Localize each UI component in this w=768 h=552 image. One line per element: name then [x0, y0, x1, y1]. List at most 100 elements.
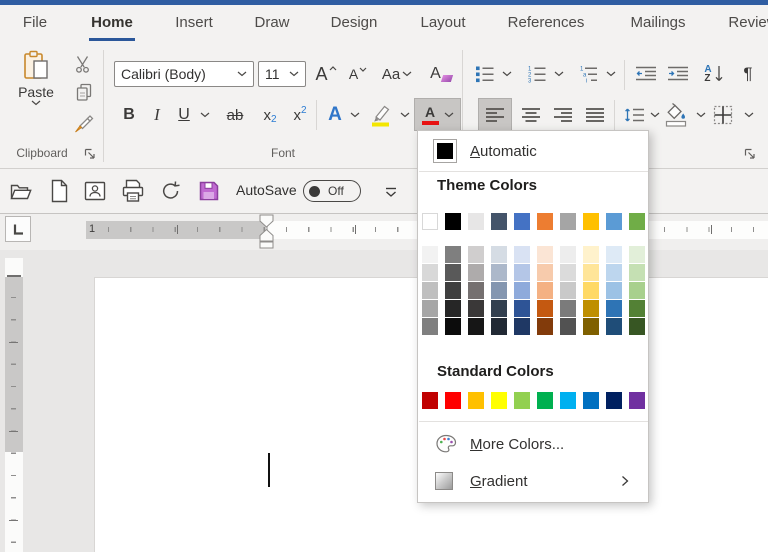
font-size-combo[interactable]: 11 — [258, 61, 306, 87]
color-swatch[interactable] — [514, 392, 530, 409]
underline-button[interactable]: U — [172, 99, 196, 131]
color-swatch[interactable] — [560, 213, 576, 230]
new-document-button[interactable] — [46, 178, 72, 204]
cut-button[interactable] — [72, 52, 96, 76]
color-swatch[interactable] — [606, 392, 622, 409]
align-left-button[interactable] — [478, 98, 512, 131]
color-swatch[interactable] — [606, 300, 622, 317]
gradient-item[interactable]: Gradient — [418, 464, 648, 498]
font-color-dropdown-chevron[interactable] — [444, 112, 454, 118]
color-swatch[interactable] — [583, 264, 599, 281]
color-swatch[interactable] — [514, 264, 530, 281]
line-spacing-button[interactable] — [620, 99, 650, 131]
highlight-button[interactable] — [364, 99, 396, 131]
color-swatch[interactable] — [629, 264, 645, 281]
color-swatch[interactable] — [583, 300, 599, 317]
tab-layout[interactable]: Layout — [420, 14, 465, 31]
paragraph-dialog-launcher[interactable] — [743, 147, 757, 161]
superscript-button[interactable]: x 2 — [286, 99, 314, 131]
automatic-color-item[interactable]: Automatic — [418, 135, 648, 167]
color-swatch[interactable] — [606, 264, 622, 281]
format-painter-button[interactable] — [68, 108, 98, 138]
numbering-button[interactable]: 1 2 3 — [524, 59, 550, 89]
font-color-button[interactable]: A — [414, 98, 461, 131]
redo-button[interactable] — [158, 178, 184, 204]
color-swatch[interactable] — [560, 318, 576, 335]
color-swatch[interactable] — [560, 300, 576, 317]
color-swatch[interactable] — [422, 318, 438, 335]
paste-dropdown-chevron[interactable] — [31, 100, 41, 106]
hanging-indent-marker[interactable] — [260, 230, 273, 242]
bullets-dropdown[interactable] — [500, 59, 514, 89]
color-swatch[interactable] — [422, 264, 438, 281]
tab-mailings[interactable]: Mailings — [630, 14, 685, 31]
align-center-button[interactable] — [516, 99, 546, 131]
color-swatch[interactable] — [583, 282, 599, 299]
copy-button[interactable] — [72, 80, 96, 104]
multilevel-list-button[interactable]: 1 a i — [576, 59, 602, 89]
borders-dropdown[interactable] — [742, 99, 756, 131]
contact-card-button[interactable] — [82, 178, 108, 204]
color-swatch[interactable] — [629, 213, 645, 230]
color-swatch[interactable] — [560, 282, 576, 299]
tab-insert[interactable]: Insert — [175, 14, 213, 31]
color-swatch[interactable] — [537, 282, 553, 299]
increase-indent-button[interactable] — [664, 59, 692, 89]
clipboard-dialog-launcher[interactable] — [83, 147, 97, 161]
color-swatch[interactable] — [606, 246, 622, 263]
left-indent-marker[interactable] — [260, 242, 273, 248]
color-swatch[interactable] — [629, 282, 645, 299]
italic-button[interactable]: I — [146, 99, 168, 131]
color-swatch[interactable] — [560, 264, 576, 281]
color-swatch[interactable] — [445, 282, 461, 299]
color-swatch[interactable] — [537, 392, 553, 409]
color-swatch[interactable] — [491, 282, 507, 299]
color-swatch[interactable] — [560, 246, 576, 263]
tab-references[interactable]: References — [508, 14, 585, 31]
color-swatch[interactable] — [560, 392, 576, 409]
color-swatch[interactable] — [491, 246, 507, 263]
borders-button[interactable] — [706, 99, 740, 131]
clear-formatting-button[interactable]: A — [424, 60, 458, 88]
numbering-dropdown[interactable] — [552, 59, 566, 89]
chevron-down-icon[interactable] — [289, 71, 299, 77]
color-swatch[interactable] — [514, 300, 530, 317]
text-effects-dropdown[interactable] — [348, 99, 362, 131]
color-swatch[interactable] — [629, 392, 645, 409]
color-swatch[interactable] — [514, 282, 530, 299]
grow-font-button[interactable]: A — [312, 60, 340, 88]
color-swatch[interactable] — [583, 246, 599, 263]
color-swatch[interactable] — [491, 392, 507, 409]
save-button[interactable] — [196, 178, 222, 204]
chevron-down-icon[interactable] — [402, 71, 412, 77]
color-swatch[interactable] — [629, 318, 645, 335]
tab-stop-selector[interactable] — [5, 216, 31, 242]
color-swatch[interactable] — [468, 318, 484, 335]
tab-home[interactable]: Home — [91, 14, 133, 31]
font-name-combo[interactable]: Calibri (Body) — [114, 61, 254, 87]
color-swatch[interactable] — [445, 264, 461, 281]
color-swatch[interactable] — [445, 300, 461, 317]
color-swatch[interactable] — [583, 318, 599, 335]
color-swatch[interactable] — [422, 392, 438, 409]
sort-button[interactable]: A Z — [698, 59, 730, 89]
justify-button[interactable] — [580, 99, 610, 131]
autosave-toggle[interactable]: Off — [303, 180, 361, 202]
color-swatch[interactable] — [445, 213, 461, 230]
color-swatch[interactable] — [606, 282, 622, 299]
tab-file[interactable]: File — [23, 14, 47, 31]
tab-review[interactable]: Review — [728, 14, 768, 31]
multilevel-dropdown[interactable] — [604, 59, 618, 89]
underline-dropdown[interactable] — [198, 99, 212, 131]
color-swatch[interactable] — [491, 213, 507, 230]
color-swatch[interactable] — [491, 318, 507, 335]
color-swatch[interactable] — [468, 264, 484, 281]
color-swatch[interactable] — [629, 300, 645, 317]
indent-markers[interactable] — [258, 214, 276, 250]
color-swatch[interactable] — [468, 213, 484, 230]
color-swatch[interactable] — [583, 392, 599, 409]
paste-button[interactable]: Paste — [10, 50, 62, 146]
color-swatch[interactable] — [514, 318, 530, 335]
shading-button[interactable] — [660, 99, 692, 131]
color-swatch[interactable] — [514, 246, 530, 263]
